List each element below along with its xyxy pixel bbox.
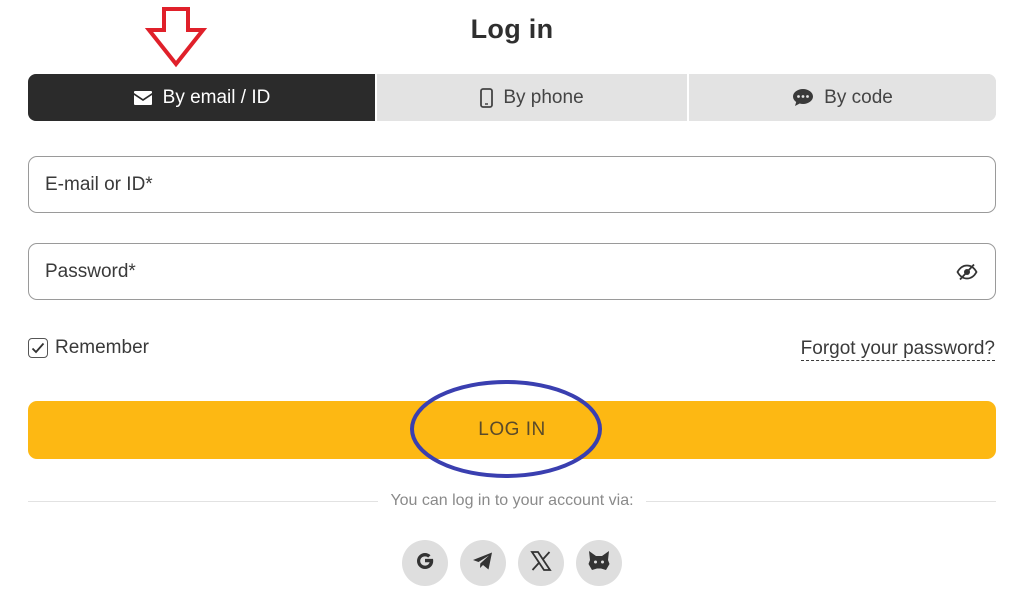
social-divider: You can log in to your account via:: [28, 492, 996, 510]
social-caption: You can log in to your account via:: [390, 492, 634, 509]
telegram-login-button[interactable]: [460, 540, 506, 586]
tab-by-phone[interactable]: By phone: [375, 74, 687, 121]
envelope-icon: [133, 90, 153, 106]
email-field: [28, 156, 996, 213]
google-login-button[interactable]: [402, 540, 448, 586]
email-input[interactable]: [45, 157, 979, 212]
tab-by-email[interactable]: By email / ID: [28, 74, 375, 121]
remember-checkbox[interactable]: Remember: [28, 337, 149, 359]
social-login-buttons: [0, 540, 1024, 586]
login-method-tabs: By email / ID By phone By code: [28, 74, 996, 121]
phone-icon: [480, 87, 494, 108]
metamask-icon: [587, 550, 611, 577]
tab-by-code-label: By code: [824, 86, 893, 108]
chat-icon: [792, 88, 814, 107]
google-icon: [413, 549, 437, 578]
password-input[interactable]: [45, 244, 955, 299]
metamask-login-button[interactable]: [576, 540, 622, 586]
tab-by-phone-label: By phone: [503, 86, 584, 108]
x-login-button[interactable]: [518, 540, 564, 586]
divider-line-right: [645, 500, 996, 502]
forgot-password-link[interactable]: Forgot your password?: [800, 338, 995, 361]
login-button[interactable]: LOG IN: [28, 401, 996, 459]
divider-line-left: [28, 500, 379, 502]
telegram-icon: [472, 551, 494, 576]
page-title: Log in: [470, 14, 554, 44]
remember-label: Remember: [55, 337, 149, 358]
password-field: [28, 243, 996, 300]
tab-by-code[interactable]: By code: [687, 74, 996, 121]
login-page: Log in By email / ID By phone By code E-…: [0, 0, 1024, 614]
hide-password-icon[interactable]: [955, 260, 979, 284]
checkbox-icon[interactable]: [28, 338, 48, 358]
x-icon: [530, 550, 552, 577]
tab-by-email-label: By email / ID: [162, 86, 271, 108]
